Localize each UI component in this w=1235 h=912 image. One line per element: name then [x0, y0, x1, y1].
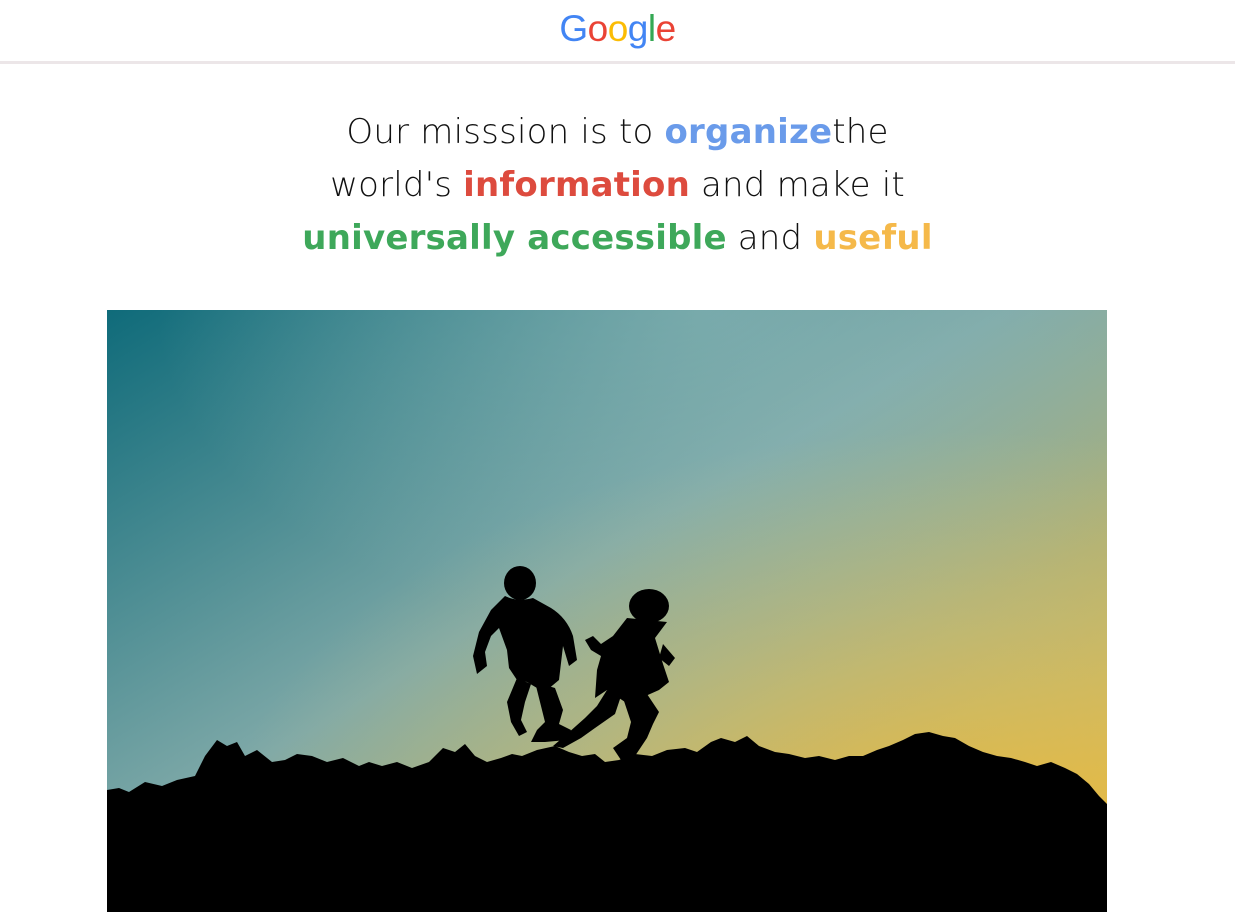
highlight-universally-accessible: universally accessible	[302, 218, 727, 258]
highlight-useful: useful	[813, 218, 933, 258]
mission-text: Our misssion is to	[346, 112, 665, 152]
mission-line-3: universally accessible and useful	[0, 212, 1235, 265]
sunset-silhouette-illustration	[107, 310, 1107, 912]
mission-text: and make it	[690, 165, 905, 205]
highlight-organize: organize	[664, 112, 833, 152]
logo-letter: e	[655, 8, 677, 49]
logo-letter: l	[647, 8, 656, 49]
logo-letter: o	[587, 8, 609, 49]
mission-text: the	[832, 112, 889, 152]
site-header: Google	[0, 0, 1235, 64]
google-logo[interactable]: Google	[0, 7, 1235, 51]
logo-letter: g	[627, 8, 649, 49]
mission-line-1: Our misssion is to organizethe	[0, 106, 1235, 159]
hero-image	[107, 310, 1107, 912]
logo-letter: o	[607, 8, 629, 49]
mission-text: world's	[330, 165, 464, 205]
mission-line-2: world's information and make it	[0, 159, 1235, 212]
mission-text: and	[726, 218, 814, 258]
highlight-information: information	[463, 165, 690, 205]
mission-statement: Our misssion is to organizethe world's i…	[0, 106, 1235, 265]
logo-letter: G	[559, 8, 588, 49]
